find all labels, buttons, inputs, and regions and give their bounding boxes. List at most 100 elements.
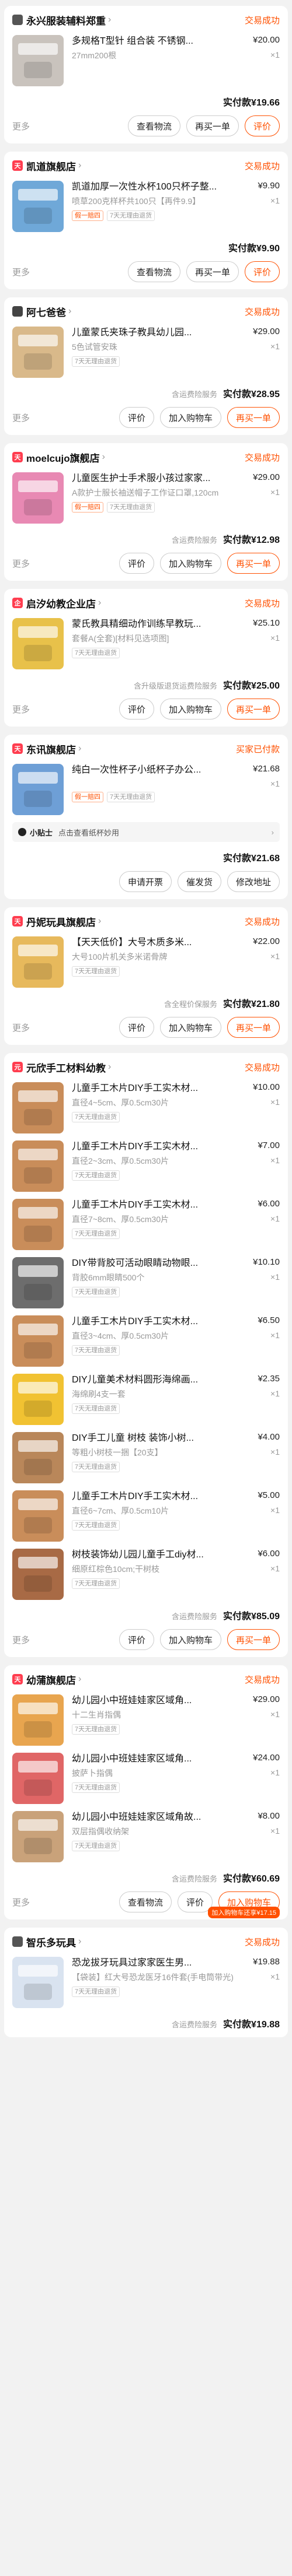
product-title[interactable]: DIY儿童美术材料圆形海绵画... [72, 1374, 253, 1386]
shop-name[interactable]: 幼蒲旗舰店 [26, 1672, 76, 1687]
product-image[interactable] [12, 618, 64, 669]
product-title[interactable]: 儿童手工木片DIY手工实木材... [72, 1082, 248, 1094]
action-button[interactable]: 再买一单 [227, 1629, 280, 1650]
more-button[interactable]: 更多 [12, 120, 30, 132]
action-button[interactable]: 再买一单 [227, 407, 280, 428]
action-button[interactable]: 加入购物车 [159, 699, 221, 720]
shop-header[interactable]: 天东讯旗舰店 › 买家已付款 [12, 740, 280, 757]
action-button[interactable]: 再买一单 [186, 115, 239, 136]
product-image[interactable] [12, 472, 64, 524]
product-image[interactable] [12, 1753, 64, 1804]
product-image[interactable] [12, 327, 64, 378]
shop-name[interactable]: 智乐多玩具 [26, 1935, 76, 1949]
more-button[interactable]: 更多 [12, 1896, 30, 1908]
order-item[interactable]: 儿童手工木片DIY手工实木材... ¥6.00 直径7~8cm、厚0.5cm30片 ×… [12, 1199, 280, 1250]
product-title[interactable]: 恐龙拔牙玩具过家家医生男... [72, 1957, 248, 1969]
shop-name[interactable]: 阿七爸爸 [26, 304, 66, 319]
order-item[interactable]: DIY带背胶可活动眼睛动物眼... ¥10.10 背胶6mm眼睛500个 ×1 7天无理… [12, 1257, 280, 1308]
action-button[interactable]: 评价 [244, 115, 280, 136]
action-button[interactable]: 加入购物车 [159, 1017, 221, 1038]
more-button[interactable]: 更多 [12, 412, 30, 424]
product-title[interactable]: DIY手工儿童 树枝 装饰小树... [72, 1432, 253, 1444]
order-item[interactable]: DIY儿童美术材料圆形海绵画... ¥2.35 海绵刷4支一套 ×1 7天无理由退货 [12, 1374, 280, 1425]
shop-header[interactable]: 永兴服装辅料郑重 › 交易成功 [12, 12, 280, 28]
product-image[interactable] [12, 1694, 64, 1746]
action-button[interactable]: 查看物流 [119, 1891, 172, 1912]
action-button[interactable]: 修改地址 [227, 871, 280, 892]
product-title[interactable]: 儿童蒙氏夹珠子教具幼儿园... [72, 327, 248, 339]
shop-name[interactable]: 启汐幼教企业店 [26, 596, 96, 610]
product-title[interactable]: 【天天低价】大号木质多米... [72, 936, 248, 949]
order-item[interactable]: 蒙氏教具精细动作训练早教玩... ¥25.10 套餐A(全套)[材料见选项图] ×1 7… [12, 618, 280, 669]
order-item[interactable]: 儿童手工木片DIY手工实木材... ¥7.00 直径2~3cm、厚0.5cm30片 ×… [12, 1140, 280, 1192]
product-title[interactable]: 儿童医生护士手术服小孩过家家... [72, 472, 248, 485]
action-button[interactable]: 再买一单 [186, 261, 239, 282]
shop-name[interactable]: 永兴服装辅料郑重 [26, 13, 106, 27]
order-item[interactable]: 幼儿园小中班娃娃家区域角故... ¥8.00 双层指偶收纳架 ×1 7天无理由退货 [12, 1811, 280, 1862]
order-item[interactable]: 儿童医生护士手术服小孩过家家... ¥29.00 A款护士服长袖送帽子工作证口罩,1… [12, 472, 280, 524]
shop-header[interactable]: 智乐多玩具 › 交易成功 [12, 1933, 280, 1950]
more-button[interactable]: 更多 [12, 703, 30, 715]
order-item[interactable]: 纯白一次性杯子小纸杯子办公... ¥21.68 ×1 假一赔四 7天无理由退货 [12, 764, 280, 815]
order-item[interactable]: DIY手工儿童 树枝 装饰小树... ¥4.00 等粗小树枝一捆【20支】 ×1 7天无… [12, 1432, 280, 1483]
order-item[interactable]: 幼儿园小中班娃娃家区域角... ¥29.00 十二生肖指偶 ×1 7天无理由退货 [12, 1694, 280, 1746]
action-button[interactable]: 申请开票 [119, 871, 172, 892]
order-item[interactable]: 树枝装饰幼儿园儿童手工diy材... ¥6.00 细原红棕色10cm;干树枝 ×1 7天… [12, 1549, 280, 1600]
action-button[interactable]: 评价 [119, 699, 154, 720]
product-title[interactable]: 纯白一次性杯子小纸杯子办公... [72, 764, 248, 776]
product-image[interactable] [12, 35, 64, 86]
more-button[interactable]: 更多 [12, 557, 30, 570]
product-image[interactable] [12, 1199, 64, 1250]
product-title[interactable]: 幼儿园小中班娃娃家区域角... [72, 1694, 248, 1707]
order-item[interactable]: 多规格T型针 组合装 不锈钢... ¥20.00 27mm200根 ×1 [12, 35, 280, 86]
shop-header[interactable]: 元元欣手工材料幼教 › 交易成功 [12, 1059, 280, 1075]
product-image[interactable] [12, 1082, 64, 1133]
shop-name[interactable]: 元欣手工材料幼教 [26, 1060, 106, 1075]
product-image[interactable] [12, 1374, 64, 1425]
product-image[interactable] [12, 1315, 64, 1367]
action-button[interactable]: 评价 [119, 1017, 154, 1038]
product-title[interactable]: 儿童手工木片DIY手工实木材... [72, 1315, 253, 1328]
shop-header[interactable]: 天 moelcujo旗舰店 › 交易成功 [12, 449, 280, 465]
product-image[interactable] [12, 1490, 64, 1542]
action-button[interactable]: 催发货 [177, 871, 221, 892]
product-image[interactable] [12, 936, 64, 988]
action-button[interactable]: 查看物流 [127, 261, 180, 282]
action-button[interactable]: 加入购物车 [159, 553, 221, 574]
action-button[interactable]: 再买一单 [227, 1017, 280, 1038]
shop-name[interactable]: 丹妮玩具旗舰店 [26, 914, 96, 929]
shop-header[interactable]: 天丹妮玩具旗舰店 › 交易成功 [12, 913, 280, 929]
more-button[interactable]: 更多 [12, 1634, 30, 1646]
action-button[interactable]: 评价 [119, 553, 154, 574]
product-title[interactable]: 树枝装饰幼儿园儿童手工diy材... [72, 1549, 253, 1561]
product-title[interactable]: DIY带背胶可活动眼睛动物眼... [72, 1257, 248, 1269]
action-button[interactable]: 评价 [177, 1891, 213, 1912]
action-button[interactable]: 评价 [119, 407, 154, 428]
order-item[interactable]: 【天天低价】大号木质多米... ¥22.00 大号100片机关多米诺骨牌 ×1 7天无理… [12, 936, 280, 988]
action-button[interactable]: 评价 [119, 1629, 154, 1650]
product-image[interactable] [12, 1140, 64, 1192]
order-item[interactable]: 儿童手工木片DIY手工实木材... ¥10.00 直径4~5cm、厚0.5cm30片… [12, 1082, 280, 1133]
order-item[interactable]: 凯道加厚一次性水杯100只杯子整... ¥9.90 喷草200克样杯共100只【再件… [12, 181, 280, 232]
product-image[interactable] [12, 1257, 64, 1308]
product-title[interactable]: 蒙氏教具精细动作训练早教玩... [72, 618, 248, 630]
order-item[interactable]: 儿童蒙氏夹珠子教具幼儿园... ¥29.00 5色试管安珠 ×1 7天无理由退货 [12, 327, 280, 378]
product-image[interactable] [12, 1549, 64, 1600]
tip-bar[interactable]: 小贴士 点击查看纸杯妙用 › [12, 822, 280, 842]
product-image[interactable] [12, 764, 64, 815]
shop-name[interactable]: moelcujo旗舰店 [26, 450, 100, 465]
shop-header[interactable]: 天幼蒲旗舰店 › 交易成功 [12, 1671, 280, 1687]
product-title[interactable]: 儿童手工木片DIY手工实木材... [72, 1199, 253, 1211]
product-image[interactable] [12, 1432, 64, 1483]
product-title[interactable]: 多规格T型针 组合装 不锈钢... [72, 35, 248, 47]
shop-name[interactable]: 凯道旗舰店 [26, 159, 76, 173]
shop-header[interactable]: 阿七爸爸 › 交易成功 [12, 303, 280, 320]
action-button[interactable]: 再买一单 [227, 553, 280, 574]
product-image[interactable] [12, 181, 64, 232]
action-button[interactable]: 查看物流 [127, 115, 180, 136]
product-title[interactable]: 幼儿园小中班娃娃家区域角故... [72, 1811, 253, 1823]
order-item[interactable]: 儿童手工木片DIY手工实木材... ¥6.50 直径3~4cm、厚0.5cm30片 ×… [12, 1315, 280, 1367]
action-button[interactable]: 再买一单 [227, 699, 280, 720]
product-title[interactable]: 凯道加厚一次性水杯100只杯子整... [72, 181, 253, 193]
action-button[interactable]: 加入购物车 [159, 407, 221, 428]
